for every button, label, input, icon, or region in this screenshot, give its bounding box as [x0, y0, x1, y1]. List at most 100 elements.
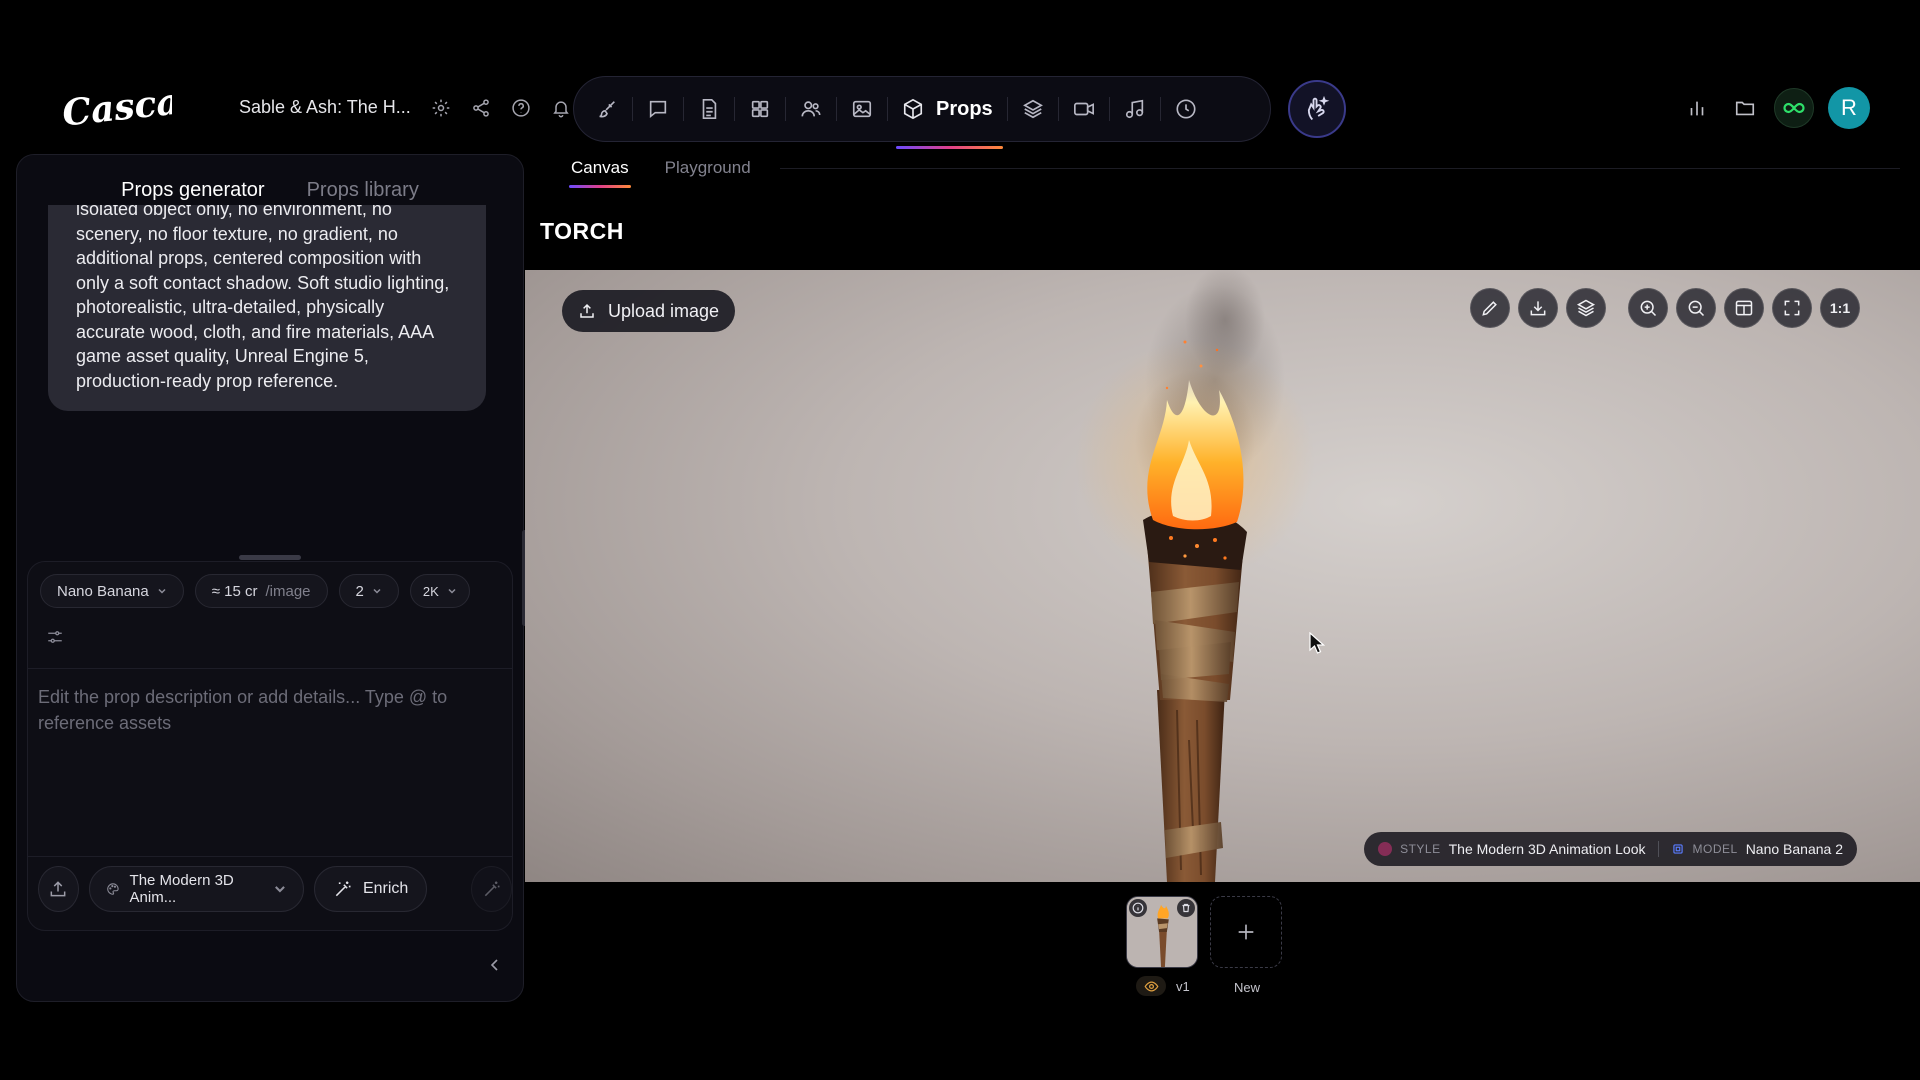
chat-icon[interactable]: [647, 98, 669, 120]
ai-assistant-button[interactable]: [1288, 80, 1346, 138]
generation-options: Nano Banana ≈ 15 cr /image 2 2K: [40, 574, 470, 608]
cost-unit: /image: [265, 582, 311, 600]
version-label-row: v1: [1136, 976, 1190, 996]
generation-meta: STYLE The Modern 3D Animation Look MODEL…: [1364, 832, 1857, 866]
magic-hand-icon: [1303, 95, 1331, 123]
image-icon[interactable]: [851, 98, 873, 120]
cost-badge: ≈ 15 cr /image: [194, 574, 328, 608]
folder-icon[interactable]: [1734, 97, 1756, 119]
upload-image-button[interactable]: Upload image: [562, 290, 736, 332]
style-key: STYLE: [1400, 842, 1441, 856]
panel-tabs: Props generator Props library: [17, 179, 523, 212]
analytics-icon[interactable]: [1686, 97, 1708, 119]
new-version-button[interactable]: [1210, 896, 1282, 968]
gear-icon[interactable]: [431, 98, 451, 118]
user-avatar[interactable]: R: [1828, 87, 1870, 129]
version-delete-button[interactable]: [1177, 899, 1195, 917]
zoom-out-button[interactable]: [1676, 288, 1716, 328]
unlimited-credits-badge[interactable]: [1774, 88, 1814, 128]
composer-divider: [28, 856, 512, 857]
plus-icon: [1235, 921, 1257, 943]
video-icon[interactable]: [1073, 98, 1095, 120]
resolution-select[interactable]: 2K: [409, 574, 470, 608]
fit-view-button[interactable]: [1724, 288, 1764, 328]
sliders-icon[interactable]: [46, 628, 64, 646]
collapse-panel-icon[interactable]: [487, 957, 503, 973]
style-indicator: [1378, 842, 1393, 856]
help-icon[interactable]: [511, 98, 531, 118]
header-right-tools: R: [1686, 87, 1870, 129]
asset-title: TORCH: [540, 218, 624, 244]
composer-divider: [28, 668, 512, 669]
upload-icon: [578, 302, 596, 320]
generate-button[interactable]: [471, 866, 512, 912]
model-value: Nano Banana 2: [1745, 841, 1843, 857]
count-select-value: 2: [355, 582, 364, 600]
music-icon[interactable]: [1124, 98, 1146, 120]
info-icon: [1132, 902, 1144, 914]
tab-props-generator[interactable]: Props generator: [121, 179, 265, 212]
cascade-logo[interactable]: Cascade: [60, 78, 172, 134]
enrich-button-label: Enrich: [362, 880, 409, 897]
prompt-input[interactable]: [38, 684, 478, 764]
zoom-in-icon: [1638, 298, 1658, 318]
model-select[interactable]: Nano Banana: [40, 574, 184, 608]
download-icon: [1528, 298, 1548, 318]
share-icon[interactable]: [471, 98, 491, 118]
tab-playground[interactable]: Playground: [665, 158, 751, 178]
fullscreen-icon: [1782, 298, 1802, 318]
prompt-message-text: isolated object only, no environment, no…: [76, 205, 450, 391]
enrich-button[interactable]: Enrich: [313, 866, 428, 912]
version-thumbnail[interactable]: [1126, 896, 1198, 968]
count-select[interactable]: 2: [338, 574, 399, 608]
prompt-message-bubble: isolated object only, no environment, no…: [48, 205, 486, 411]
project-title[interactable]: Sable & Ash: The H...: [239, 97, 411, 118]
palette-icon: [106, 881, 120, 897]
attach-button[interactable]: [38, 866, 79, 912]
layers-button[interactable]: [1566, 288, 1606, 328]
nav-divider: [683, 97, 684, 121]
layers-icon[interactable]: [1022, 98, 1044, 120]
chevron-down-icon: [273, 881, 287, 897]
zoom-in-button[interactable]: [1628, 288, 1668, 328]
characters-icon[interactable]: [800, 98, 822, 120]
resize-handle[interactable]: [239, 555, 301, 560]
nav-divider: [1057, 97, 1059, 121]
torch-image: [1075, 270, 1315, 882]
version-info-button[interactable]: [1129, 899, 1147, 917]
chevron-down-icon: [157, 586, 167, 596]
chevron-down-icon: [447, 586, 457, 596]
composer-actions: The Modern 3D Anim... Enrich: [38, 866, 512, 912]
canvas-toolbar: 1:1: [1470, 288, 1860, 328]
infinity-icon: [1782, 96, 1806, 120]
props-side-panel: Props generator Props library isolated o…: [16, 154, 524, 1002]
resolution-select-value: 2K: [422, 583, 439, 599]
bell-icon[interactable]: [551, 98, 571, 118]
trash-icon: [1180, 902, 1192, 914]
layout-icon: [1734, 298, 1754, 318]
grid-icon[interactable]: [749, 98, 771, 120]
history-icon[interactable]: [1175, 98, 1197, 120]
style-select-value: The Modern 3D Anim...: [129, 872, 234, 906]
brush-icon[interactable]: [596, 98, 618, 120]
nav-divider: [1108, 97, 1110, 121]
active-nav-indicator: [896, 145, 1003, 149]
magic-wand-icon: [482, 879, 502, 899]
actual-size-button[interactable]: 1:1: [1820, 288, 1860, 328]
style-select[interactable]: The Modern 3D Anim...: [88, 866, 304, 912]
document-icon[interactable]: [698, 98, 720, 120]
visibility-toggle[interactable]: [1136, 976, 1166, 996]
chip-icon: [1671, 842, 1685, 856]
version-label: v1: [1176, 978, 1190, 994]
tab-canvas[interactable]: Canvas: [569, 158, 631, 188]
version-strip: [1126, 896, 1282, 968]
nav-item-props[interactable]: Props: [896, 98, 1003, 149]
download-button[interactable]: [1518, 288, 1558, 328]
canvas-viewport[interactable]: Upload image 1:1 STYLE The Modern 3D Ani…: [525, 270, 1920, 882]
edit-button[interactable]: [1470, 288, 1510, 328]
tab-props-library[interactable]: Props library: [307, 179, 419, 202]
fullscreen-button[interactable]: [1772, 288, 1812, 328]
upload-icon: [48, 879, 68, 899]
view-tabs: Canvas Playground: [569, 158, 751, 188]
cascade-logo-wordmark: Cascade: [60, 78, 172, 134]
